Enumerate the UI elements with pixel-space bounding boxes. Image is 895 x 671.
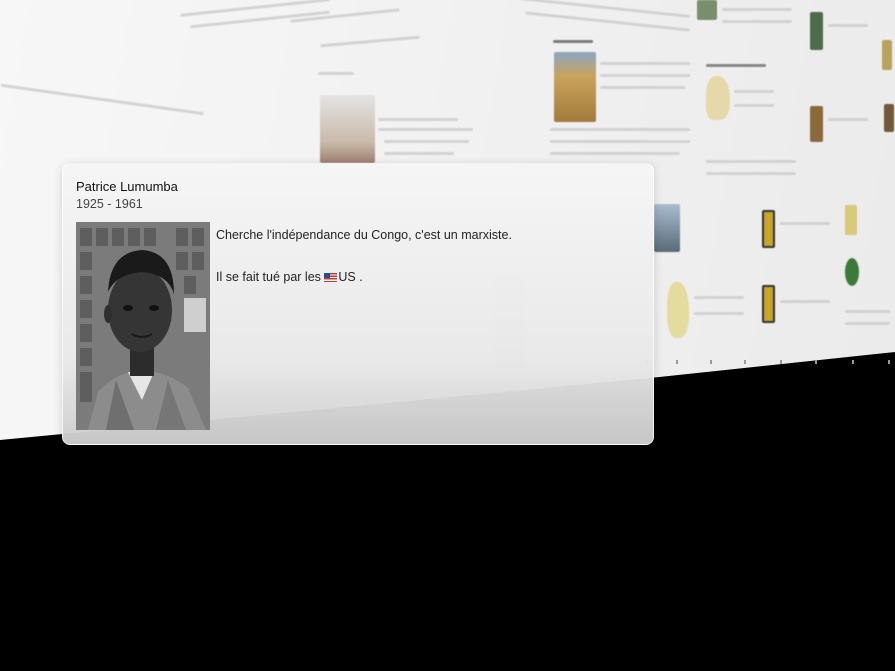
blurred-text	[845, 310, 890, 313]
blurred-text	[734, 104, 774, 107]
blurred-text	[706, 64, 766, 67]
blurred-text	[734, 90, 774, 93]
popup-line-2-prefix: Il se fait tué par les	[216, 270, 325, 284]
person-popup[interactable]: Patrice Lumumba 1925 - 1961 Cherche l'in…	[62, 163, 654, 445]
blurred-text	[722, 8, 792, 11]
blurred-text	[378, 128, 473, 131]
blurred-text	[706, 160, 796, 163]
popup-description-line-2: Il se fait tué par les US .	[216, 270, 363, 284]
blurred-text	[384, 152, 454, 155]
thumbnail-image	[654, 204, 680, 252]
blurred-text	[722, 20, 792, 23]
blurred-text	[600, 74, 690, 77]
map-image	[706, 76, 730, 120]
us-flag-icon	[324, 273, 338, 282]
blurred-text	[780, 222, 830, 225]
blurred-text	[694, 296, 744, 299]
blurred-text	[550, 140, 690, 143]
popup-line-2-country: US	[338, 270, 356, 284]
thumbnail-image	[697, 0, 717, 20]
thumbnail-image	[882, 40, 892, 70]
person-portrait	[76, 222, 210, 430]
blurred-text	[320, 35, 420, 48]
blurred-text	[384, 140, 469, 143]
blurred-text	[706, 172, 796, 175]
document-icon	[762, 285, 775, 323]
blurred-text	[550, 128, 690, 131]
person-dates: 1925 - 1961	[76, 197, 143, 211]
blurred-text	[600, 62, 690, 65]
thumbnail-image	[810, 106, 823, 142]
map-image	[667, 282, 689, 338]
blurred-text	[318, 72, 354, 75]
thumbnail-image	[810, 12, 823, 50]
thumbnail-image	[554, 52, 596, 122]
timeline-axis	[640, 360, 895, 368]
logo-image	[845, 258, 859, 286]
blurred-text	[845, 322, 890, 325]
blurred-text	[780, 300, 830, 303]
blurred-text	[550, 152, 680, 155]
blurred-text	[0, 83, 205, 116]
popup-description-line-1: Cherche l'indépendance du Congo, c'est u…	[216, 228, 512, 242]
person-name: Patrice Lumumba	[76, 179, 178, 194]
logo-image	[845, 205, 857, 235]
popup-line-2-suffix: .	[355, 270, 363, 284]
blurred-text	[553, 40, 593, 43]
thumbnail-image	[884, 104, 894, 132]
thumbnail-image	[320, 95, 375, 163]
blurred-text	[828, 24, 868, 27]
blurred-text	[694, 312, 744, 315]
blurred-text	[600, 86, 685, 89]
document-icon	[762, 210, 775, 248]
blurred-text	[378, 118, 458, 121]
blurred-text	[828, 118, 868, 121]
